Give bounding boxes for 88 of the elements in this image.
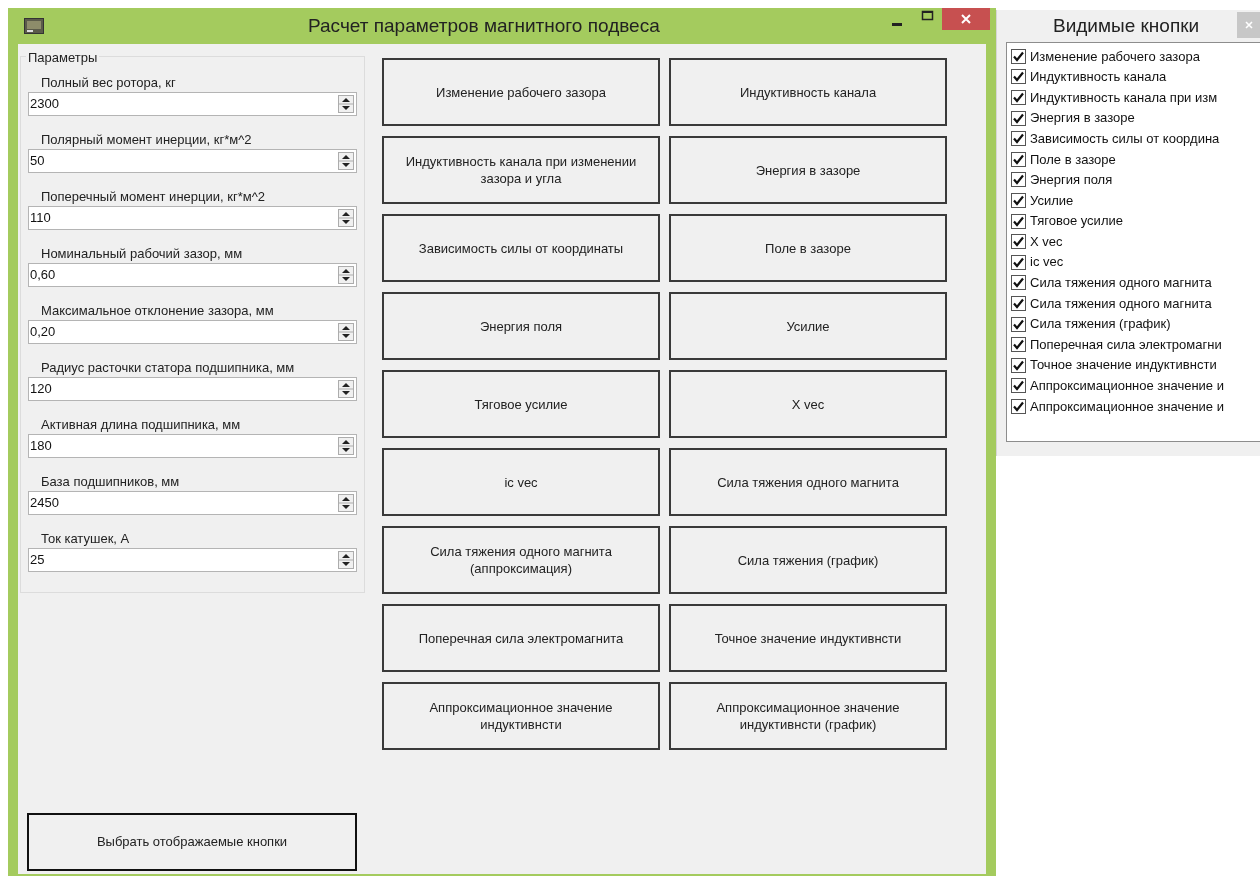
checkbox-label: Зависимость силы от координа xyxy=(1030,129,1220,148)
checkbox-label: Энергия в зазоре xyxy=(1030,109,1135,128)
checkbox-label: X vec xyxy=(1030,232,1063,251)
close-icon xyxy=(961,14,971,24)
checkbox[interactable] xyxy=(1011,398,1026,414)
number-field[interactable]: 110 xyxy=(28,206,357,230)
field-label: Радиус расточки статора подшипника, мм xyxy=(41,359,296,377)
number-field[interactable]: 0,20 xyxy=(28,320,357,344)
checkbox[interactable] xyxy=(1011,213,1026,229)
action-button[interactable]: Энергия поля xyxy=(382,292,660,360)
field-label: Номинальный рабочий зазор, мм xyxy=(41,245,244,263)
number-field[interactable]: 0,60 xyxy=(28,263,357,287)
checkbox-label: Тяговое усилие xyxy=(1030,212,1123,231)
checkbox-label: Энергия поля xyxy=(1030,171,1113,190)
action-button[interactable]: Поперечная сила электромагнита xyxy=(382,604,660,672)
field-label: Ток катушек, А xyxy=(41,530,131,548)
spinner-arrows-icon[interactable] xyxy=(338,95,354,113)
close-icon xyxy=(1245,21,1253,29)
action-button[interactable]: Аппроксимационное значение индуктивнсти xyxy=(382,682,660,750)
dialog-title: Видимые кнопки xyxy=(1053,13,1200,38)
checkbox-label: Точное значение индуктивнсти xyxy=(1030,356,1217,375)
action-button[interactable]: Индуктивность канала при изменении зазора и угла xyxy=(382,136,660,204)
checkbox[interactable] xyxy=(1011,131,1026,147)
field-label: Поперечный момент инерции, кг*м^2 xyxy=(41,188,266,206)
checkbox[interactable] xyxy=(1011,275,1026,291)
action-button[interactable]: Сила тяжения (график) xyxy=(669,526,947,594)
field-label: База подшипников, мм xyxy=(41,473,181,491)
spinner-arrows-icon[interactable] xyxy=(338,380,354,398)
spinner-arrows-icon[interactable] xyxy=(338,323,354,341)
field-label: Полный вес ротора, кг xyxy=(41,74,177,92)
spinner-arrows-icon[interactable] xyxy=(338,494,354,512)
checkbox-label: Аппроксимационное значение и xyxy=(1030,377,1224,396)
checkbox-label: Индуктивность канала при изм xyxy=(1030,88,1218,107)
field-label: Активная длина подшипника, мм xyxy=(41,416,242,434)
action-button[interactable]: Тяговое усилие xyxy=(382,370,660,438)
action-button[interactable]: Аппроксимационное значение индуктивнсти (график) xyxy=(669,682,947,750)
spinner-arrows-icon[interactable] xyxy=(338,551,354,569)
checkbox-label: Индуктивность канала xyxy=(1030,68,1167,87)
close-button[interactable] xyxy=(942,8,990,30)
action-button[interactable]: Сила тяжения одного магнита xyxy=(669,448,947,516)
choose-buttons-button[interactable]: Выбрать отображаемые кнопки xyxy=(27,813,357,871)
action-button[interactable]: Сила тяжения одного магнита (аппроксимация) xyxy=(382,526,660,594)
spinner-arrows-icon[interactable] xyxy=(338,266,354,284)
field-label: Максимальное отклонение зазора, мм xyxy=(41,302,275,320)
checkbox[interactable] xyxy=(1011,316,1026,332)
action-button[interactable]: Изменение рабочего зазора xyxy=(382,58,660,126)
field-label: Полярный момент инерции, кг*м^2 xyxy=(41,131,253,149)
checkbox[interactable] xyxy=(1011,151,1026,167)
checkbox[interactable] xyxy=(1011,110,1026,126)
spinner-arrows-icon[interactable] xyxy=(338,209,354,227)
number-field[interactable]: 2300 xyxy=(28,92,357,116)
checkbox[interactable] xyxy=(1011,90,1026,105)
checkbox[interactable] xyxy=(1011,254,1026,270)
spinner-arrows-icon[interactable] xyxy=(338,437,354,455)
checkbox-label: Сила тяжения одного магнита xyxy=(1030,294,1212,313)
action-button[interactable]: ic vec xyxy=(382,448,660,516)
number-field[interactable]: 120 xyxy=(28,377,357,401)
action-button[interactable]: X vec xyxy=(669,370,947,438)
checkbox[interactable] xyxy=(1011,337,1026,353)
checkbox-label: Изменение рабочего зазора xyxy=(1030,47,1200,66)
checkbox[interactable] xyxy=(1011,295,1026,311)
action-button[interactable]: Точное значение индуктивнсти xyxy=(669,604,947,672)
action-button[interactable]: Усилие xyxy=(669,292,947,360)
checkbox-label: ic vec xyxy=(1030,253,1064,272)
checkbox[interactable] xyxy=(1011,357,1026,373)
action-button[interactable]: Поле в зазоре xyxy=(669,214,947,282)
app-icon xyxy=(24,18,44,34)
window-title: Расчет параметров магнитного подвеса xyxy=(308,13,660,38)
checkbox[interactable] xyxy=(1011,48,1026,64)
checkbox[interactable] xyxy=(1011,69,1026,85)
action-button[interactable]: Энергия в зазоре xyxy=(669,136,947,204)
number-field[interactable]: 25 xyxy=(28,548,357,572)
checkbox-label: Усилие xyxy=(1030,191,1074,210)
number-field[interactable]: 180 xyxy=(28,434,357,458)
checkbox-label: Сила тяжения (график) xyxy=(1030,315,1171,334)
number-field[interactable]: 2450 xyxy=(28,491,357,515)
checkbox-label: Сила тяжения одного магнита xyxy=(1030,274,1212,293)
action-button[interactable]: Индуктивность канала xyxy=(669,58,947,126)
checkbox-label: Аппроксимационное значение и xyxy=(1030,397,1224,416)
checkbox[interactable] xyxy=(1011,234,1026,250)
checkbox-label: Поле в зазоре xyxy=(1030,150,1116,169)
checkbox[interactable] xyxy=(1011,192,1026,208)
action-button[interactable]: Зависимость силы от координаты xyxy=(382,214,660,282)
spinner-arrows-icon[interactable] xyxy=(338,152,354,170)
checkbox[interactable] xyxy=(1011,378,1026,394)
checkbox[interactable] xyxy=(1011,172,1026,188)
number-field[interactable]: 50 xyxy=(28,149,357,173)
checkbox-label: Поперечная сила электромагни xyxy=(1030,335,1222,354)
